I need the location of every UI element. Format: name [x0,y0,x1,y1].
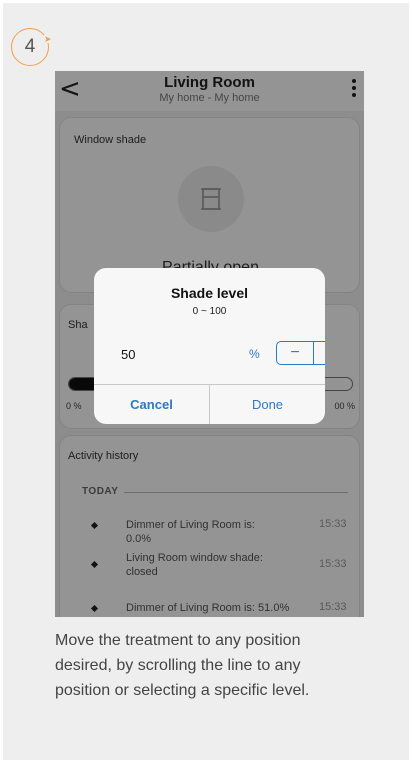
step-arrow-icon: ➤ [44,34,52,44]
cancel-button[interactable]: Cancel [94,397,209,412]
level-stepper: − + [276,341,325,365]
shade-level-dialog: Shade level 0 ~ 100 50 % − + Cancel Done [94,268,325,424]
phone-screenshot: < Living Room My home - My home Window s… [55,71,364,617]
instruction-caption: Move the treatment to any position desir… [55,632,310,699]
step-number: 4 [24,36,36,57]
increment-button[interactable]: + [312,342,325,364]
dialog-title: Shade level [170,285,249,301]
done-button[interactable]: Done [210,397,325,412]
dialog-range: 0 ~ 100 [192,306,227,317]
decrement-button[interactable]: − [277,342,313,364]
level-value-input[interactable]: 50 [121,347,135,362]
step-badge: 4 ➤ [11,28,52,66]
level-unit: % [249,347,260,361]
